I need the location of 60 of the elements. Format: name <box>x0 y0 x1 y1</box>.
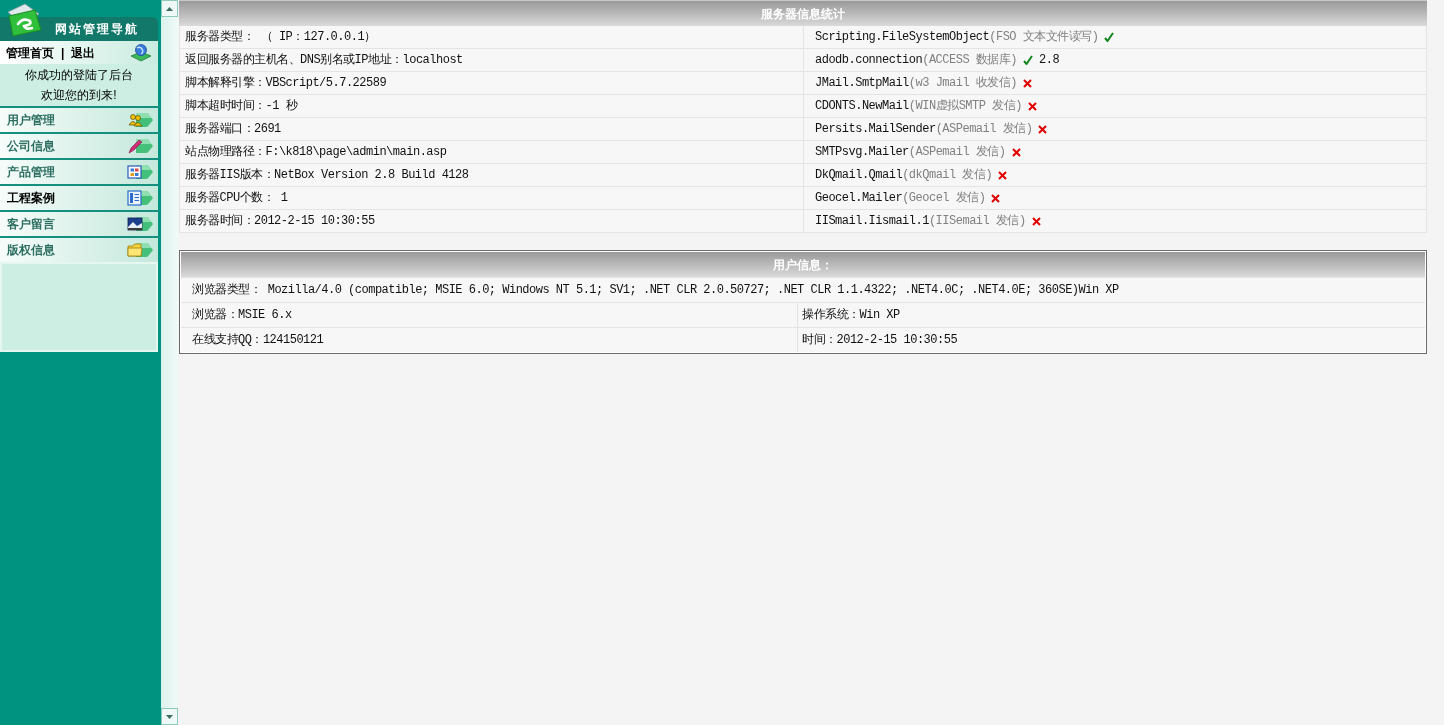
sidebar-title: 网站管理导航 <box>55 21 139 38</box>
component-description: (IISemail 发信) <box>928 213 1026 230</box>
globe-icon <box>129 42 153 63</box>
pen-icon <box>127 136 153 156</box>
info-text: 服务器IIS版本：NetBox Version 2.8 Build 4128 <box>185 167 469 184</box>
info-text: 服务器CPU个数： 1 <box>185 190 288 207</box>
scrollbar[interactable] <box>161 0 178 725</box>
info-text: 服务器端口：2691 <box>185 121 281 138</box>
separator-text: | <box>61 44 65 62</box>
component-name: JMail.SmtpMail <box>815 75 909 92</box>
logo-icon <box>5 2 45 38</box>
menu-item[interactable]: 版权信息 <box>0 236 158 262</box>
welcome-text: 欢迎您的到来! <box>41 87 117 104</box>
component-name: SMTPsvg.Mailer <box>815 144 909 161</box>
menu-item[interactable]: 用户管理 <box>0 106 158 132</box>
menu-item[interactable]: 客户留言 <box>0 210 158 236</box>
info-text: 时间：2012-2-15 10:30:55 <box>802 332 958 349</box>
component-name: IISmail.Iismail.1 <box>815 213 929 230</box>
info-text: 站点物理路径：F:\k818\page\admin\main.asp <box>185 144 447 161</box>
info-text: 操作系统：Win XP <box>802 307 900 324</box>
menu-item[interactable]: 工程案例 <box>0 184 158 210</box>
down-arrow-icon <box>166 714 173 719</box>
logout-link[interactable]: 退出 <box>71 43 96 62</box>
info-text: 脚本超时时间：-1 秒 <box>185 98 298 115</box>
info-text: 浏览器类型： Mozilla/4.0 (compatible; MSIE 6.0; Windows NT 5.1; SV1; .NET CLR 2.0.50727; .NET CLR 1.1.4322; .NET4.0C; .NET4.0E; 360SE)Win XP <box>192 282 1119 299</box>
scroll-down-button[interactable] <box>161 708 178 725</box>
scroll-up-button[interactable] <box>161 0 178 17</box>
component-description: (dkQmail 发信) <box>902 167 993 184</box>
info-text: 浏览器：MSIE 6.x <box>192 307 292 324</box>
home-link[interactable]: 管理首页 <box>6 43 54 62</box>
component-name: DkQmail.Qmail <box>815 167 903 184</box>
component-name: Geocel.Mailer <box>815 190 903 207</box>
welcome-text: 你成功的登陆了后台 <box>25 67 133 84</box>
component-description: (ACCESS 数据库) <box>922 52 1018 69</box>
component-name: adodb.connection <box>815 52 923 69</box>
info-text: 脚本解释引擎：VBScript/5.7.22589 <box>185 75 387 92</box>
component-name: CDONTS.NewMail <box>815 98 909 115</box>
info-text: 服务器时间：2012-2-15 10:30:55 <box>185 213 375 230</box>
component-name: Persits.MailSender <box>815 121 936 138</box>
grid-icon <box>127 162 153 182</box>
table-title: 服务器信息统计 <box>761 5 845 23</box>
people-icon <box>127 110 153 130</box>
component-description: (ASPemail 发信) <box>908 144 1006 161</box>
info-text: 在线支持QQ：124150121 <box>192 332 324 349</box>
component-description: (w3 Jmail 收发信) <box>908 75 1018 92</box>
document-icon <box>127 188 153 208</box>
menu-item[interactable]: 产品管理 <box>0 158 158 184</box>
component-description: (FSO 文本文件读写) <box>989 29 1099 46</box>
table-title: 用户信息： <box>773 256 833 274</box>
version-text: 2.8 <box>1039 52 1060 69</box>
folder-icon <box>127 240 153 260</box>
info-text: 服务器类型： （ IP：127.0.0.1） <box>185 29 376 46</box>
up-arrow-icon <box>166 6 173 11</box>
picture-icon <box>127 214 153 234</box>
component-description: (Geocel 发信) <box>902 190 986 207</box>
component-name: Scripting.FileSystemObject <box>815 29 990 46</box>
menu-item[interactable]: 公司信息 <box>0 132 158 158</box>
component-description: (ASPemail 发信) <box>935 121 1033 138</box>
info-text: 返回服务器的主机名、DNS别名或IP地址：localhost <box>185 52 463 69</box>
component-description: (WIN虚拟SMTP 发信) <box>908 98 1022 115</box>
